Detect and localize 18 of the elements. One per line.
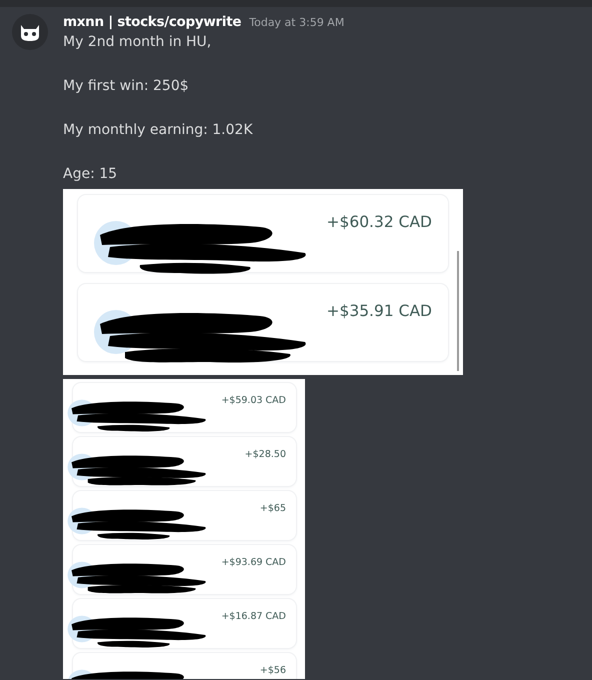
message-timestamp: Today at 3:59 AM	[249, 16, 344, 29]
scrollbar[interactable]	[457, 251, 459, 371]
message-text: My 2nd month in HU,	[63, 33, 212, 52]
transaction-amount: +$59.03 CAD	[221, 395, 286, 406]
transaction-amount: +$60.32 CAD	[326, 213, 432, 231]
transaction-amount: +$56	[260, 665, 286, 676]
avatar-icon[interactable]	[12, 14, 48, 50]
message-text: My monthly earning: 1.02K	[63, 121, 254, 140]
transaction-amount: +$28.50	[244, 449, 286, 460]
transaction-amount: +$65	[260, 503, 286, 514]
transaction-amount: +$16.87 CAD	[221, 611, 286, 622]
transaction-amount: +$35.91 CAD	[326, 302, 432, 320]
transaction-amount: +$93.69 CAD	[221, 557, 286, 568]
author-name[interactable]: mxnn | stocks/copywrite	[63, 14, 242, 30]
message-text: My first win: 250$	[63, 77, 190, 96]
message-text: Age: 15	[63, 165, 118, 184]
attachment-screenshot[interactable]: +$60.32 CAD +$35.91 CAD	[63, 189, 463, 375]
attachment-screenshot[interactable]: +$59.03 CAD +$28.50 +$65 +$93.69 CAD +$16.87 CAD +$56	[63, 379, 305, 679]
